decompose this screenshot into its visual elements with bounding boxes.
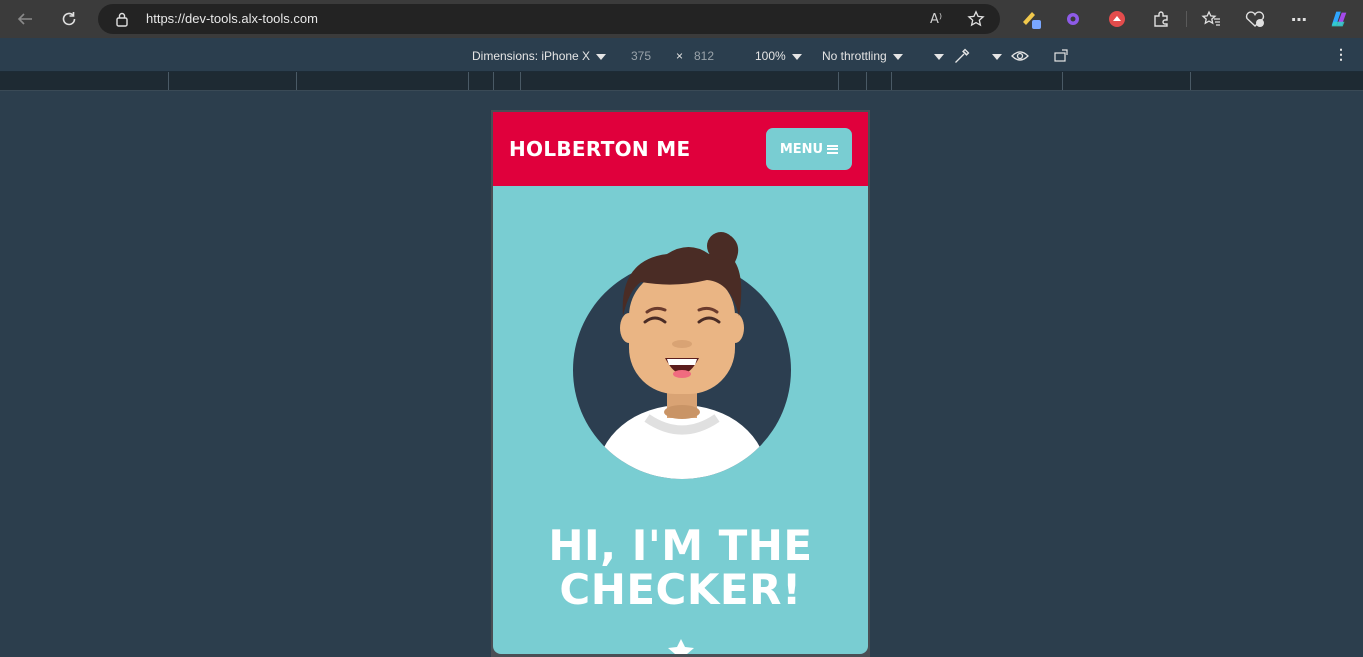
- chevron-down-icon: [934, 53, 944, 60]
- height-input[interactable]: 812: [694, 49, 714, 63]
- more-tools-icon[interactable]: ⋮: [1334, 46, 1348, 63]
- hero-title-line2: CHECKER!: [559, 565, 802, 614]
- eyedropper-icon[interactable]: [953, 47, 971, 65]
- media-query-segment[interactable]: [838, 72, 839, 90]
- menu-label: MENU: [779, 141, 824, 157]
- browser-toolbar: https://dev-tools.alx-tools.com A⁾ ⋯: [0, 0, 1363, 38]
- hero-title: HI, I'M THE CHECKER!: [493, 524, 868, 612]
- favorites-icon[interactable]: [1200, 8, 1222, 30]
- url-text[interactable]: https://dev-tools.alx-tools.com: [146, 11, 318, 26]
- puzzle-extension-icon[interactable]: [1150, 8, 1172, 30]
- media-query-segment[interactable]: [866, 72, 867, 90]
- more-devices-dropdown[interactable]: [928, 49, 944, 63]
- site-logo[interactable]: HOLBERTON ME: [509, 137, 690, 161]
- lock-icon[interactable]: [112, 9, 132, 29]
- read-aloud-icon[interactable]: A⁾: [926, 9, 946, 29]
- media-query-segment[interactable]: [493, 72, 494, 90]
- chevron-down-icon: [992, 53, 1002, 60]
- media-query-segment[interactable]: [520, 72, 521, 90]
- color-picker-extension-icon[interactable]: [1020, 8, 1042, 30]
- media-query-segment[interactable]: [1190, 72, 1191, 90]
- media-query-bar[interactable]: [0, 72, 1363, 91]
- hero-title-line1: HI, I'M THE: [548, 521, 813, 570]
- vision-deficiency-eye-icon[interactable]: [1011, 47, 1029, 65]
- media-query-segment[interactable]: [296, 72, 297, 90]
- hamburger-icon: [827, 144, 839, 154]
- dimensions-label: Dimensions: iPhone X: [472, 49, 591, 63]
- chevron-down-icon: [892, 53, 903, 60]
- avatar-illustration: [573, 232, 791, 479]
- address-bar[interactable]: https://dev-tools.alx-tools.com A⁾: [98, 4, 1000, 34]
- chevron-down-icon: [596, 53, 607, 60]
- copilot-icon[interactable]: [1328, 8, 1350, 30]
- device-toolbar: Dimensions: iPhone X 375 × 812 100% No t…: [0, 38, 1363, 72]
- site-header: HOLBERTON ME MENU: [493, 112, 868, 186]
- times-symbol: ×: [676, 49, 684, 63]
- media-query-segment[interactable]: [1062, 72, 1063, 90]
- reload-icon: [62, 12, 76, 26]
- throttling-dropdown[interactable]: No throttling: [822, 49, 903, 63]
- read-aloud-label: A⁾: [929, 11, 943, 27]
- star-icon: [668, 639, 694, 654]
- favorite-star-icon[interactable]: [966, 9, 986, 29]
- more-options-icon[interactable]: ⋯: [1288, 8, 1310, 30]
- menu-button[interactable]: MENU: [766, 128, 852, 170]
- zoom-dropdown[interactable]: 100%: [755, 49, 802, 63]
- width-input[interactable]: 375: [631, 49, 651, 63]
- chevron-down-icon: [791, 53, 802, 60]
- media-query-segment[interactable]: [891, 72, 892, 90]
- reload-button[interactable]: [56, 6, 82, 32]
- vision-dropdown[interactable]: [986, 49, 1002, 63]
- media-query-segment[interactable]: [168, 72, 169, 90]
- back-arrow-icon: [17, 13, 32, 25]
- dimensions-dropdown[interactable]: Dimensions: iPhone X: [472, 49, 607, 63]
- zoom-label: 100%: [755, 49, 786, 63]
- gear-extension-icon[interactable]: [1062, 8, 1084, 30]
- rotate-device-icon[interactable]: [1053, 47, 1071, 65]
- throttling-label: No throttling: [822, 49, 887, 63]
- toolbar-divider: [1186, 11, 1187, 27]
- back-button[interactable]: [12, 6, 38, 32]
- cloud-extension-icon[interactable]: [1106, 8, 1128, 30]
- media-query-segment[interactable]: [468, 72, 469, 90]
- emulated-viewport: HOLBERTON ME MENU HI, I'M THE CHECKER!: [493, 112, 868, 654]
- browser-essentials-icon[interactable]: [1244, 8, 1266, 30]
